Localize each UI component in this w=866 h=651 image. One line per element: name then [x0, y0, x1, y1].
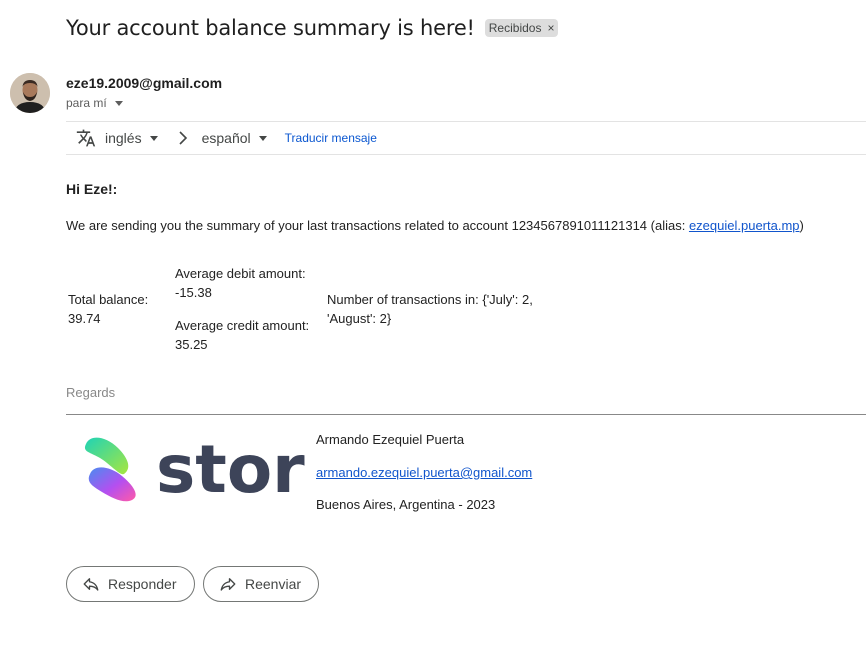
intro-text-start: We are sending you the summary of your l…: [66, 218, 689, 233]
reply-icon: [82, 575, 100, 593]
remove-label-icon[interactable]: ×: [547, 21, 554, 35]
reply-button[interactable]: Responder: [66, 566, 195, 602]
chevron-right-icon: [176, 131, 190, 145]
signature-location: Buenos Aires, Argentina - 2023: [316, 497, 496, 512]
forward-button[interactable]: Reenviar: [203, 566, 319, 602]
subject-row: Your account balance summary is here! Re…: [66, 16, 559, 40]
chevron-down-icon: [258, 135, 267, 141]
logo-text: stori: [156, 431, 308, 508]
intro-text: We are sending you the summary of your l…: [66, 218, 804, 233]
translate-bar: inglés español Traducir mensaje: [66, 121, 866, 155]
recipient-details-toggle[interactable]: para mí: [66, 96, 123, 110]
reply-label: Responder: [108, 576, 177, 592]
signature-email-link[interactable]: armando.ezequiel.puerta@gmail.com: [316, 465, 532, 480]
forward-label: Reenviar: [245, 576, 302, 592]
average-debit-value: -15.38: [175, 285, 212, 300]
total-balance: Total balance: 39.74: [68, 290, 168, 328]
intro-text-end: ): [799, 218, 804, 233]
email-subject: Your account balance summary is here!: [66, 16, 475, 40]
forward-icon: [219, 575, 237, 593]
average-debit-label: Average debit amount:: [175, 266, 306, 281]
signature-divider: [66, 414, 866, 415]
stori-logo: stori: [76, 430, 327, 508]
label-chip-recibidos[interactable]: Recibidos ×: [484, 19, 559, 37]
alias-link[interactable]: ezequiel.puerta.mp: [689, 218, 800, 233]
average-credit: Average credit amount: 35.25: [175, 316, 325, 354]
source-language-label: inglés: [105, 130, 142, 146]
target-language-dropdown[interactable]: español: [202, 130, 267, 146]
average-debit: Average debit amount: -15.38: [175, 264, 325, 302]
sender-email[interactable]: eze19.2009@gmail.com: [66, 75, 222, 91]
avatar[interactable]: [10, 73, 50, 113]
source-language-dropdown[interactable]: inglés: [105, 130, 158, 146]
recipient-label: para mí: [66, 96, 107, 110]
average-credit-label: Average credit amount:: [175, 318, 310, 333]
signature-name: Armando Ezequiel Puerta: [316, 432, 465, 447]
chevron-down-icon: [149, 135, 158, 141]
transactions-count: Number of transactions in: {'July': 2, '…: [327, 292, 533, 326]
target-language-label: español: [201, 130, 251, 146]
regards-text: Regards: [66, 385, 116, 400]
translate-message-link[interactable]: Traducir mensaje: [285, 131, 377, 145]
chevron-down-icon: [114, 100, 123, 106]
total-balance-label: Total balance:: [68, 292, 149, 307]
label-chip-text: Recibidos: [488, 21, 542, 35]
translate-icon: [76, 128, 96, 148]
total-balance-value: 39.74: [68, 311, 101, 326]
greeting: Hi Eze!:: [66, 181, 118, 197]
average-credit-value: 35.25: [175, 337, 208, 352]
